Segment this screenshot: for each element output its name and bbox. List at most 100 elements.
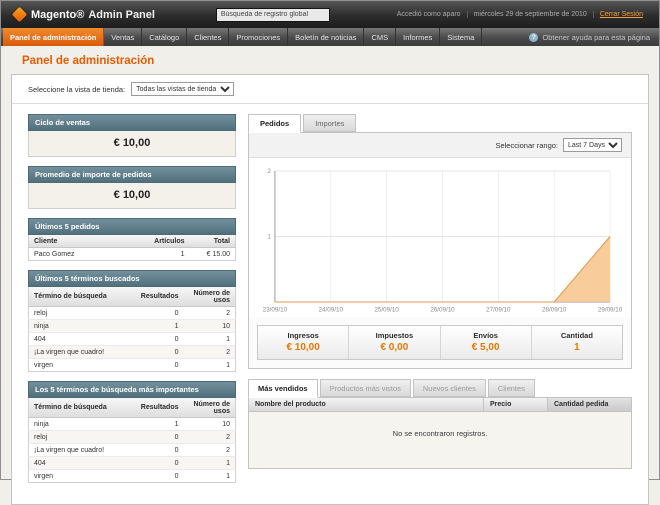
last-orders-box: Últimos 5 pedidos Cliente Artículos Tota… (28, 218, 236, 261)
uses: 2 (184, 307, 236, 320)
range-select[interactable]: Last 7 Days (563, 138, 622, 152)
search-term-row[interactable]: reloj 0 2 (29, 431, 236, 444)
term: ninja (29, 418, 136, 431)
tab-most-viewed[interactable]: Productos más vistos (320, 379, 411, 397)
top-search-terms-box: Los 5 términos de búsqueda más important… (28, 381, 236, 483)
order-items: 1 (149, 248, 189, 261)
svg-text:25/09/10: 25/09/10 (374, 306, 399, 313)
search-term-row[interactable]: ninja 1 10 (29, 418, 236, 431)
help-icon: ? (529, 33, 538, 42)
col-header-term: Término de búsqueda (29, 287, 136, 307)
tab-amounts[interactable]: Importes (303, 114, 356, 132)
page-help-link[interactable]: ? Obtener ayuda para esta página (520, 28, 659, 46)
svg-text:29/09/10: 29/09/10 (598, 306, 623, 313)
dashboard: Ciclo de ventas € 10,00 Promedio de impo… (12, 104, 648, 504)
col-header-total: Total (190, 235, 236, 248)
svg-text:28/09/10: 28/09/10 (542, 306, 567, 313)
results: 0 (136, 333, 184, 346)
tab-new-customers[interactable]: Nuevos clientes (413, 379, 486, 397)
last-orders-table: Cliente Artículos Total Paco Gomez 1 € 1… (28, 235, 236, 261)
dashboard-right-column: Pedidos Importes Seleccionar rango: Last… (248, 114, 632, 469)
nav-item-promotions[interactable]: Promociones (229, 28, 288, 46)
uses: 2 (184, 444, 236, 457)
search-term-row[interactable]: virgen 0 1 (29, 359, 236, 372)
last-search-terms-table: Término de búsqueda Resultados Número de… (28, 287, 236, 372)
search-term-row[interactable]: reloj 0 2 (29, 307, 236, 320)
term: virgen (29, 359, 136, 372)
nav-item-customers[interactable]: Clientes (187, 28, 229, 46)
nav-item-system[interactable]: Sistema (440, 28, 482, 46)
lifetime-sales-value: € 10,00 (28, 131, 236, 157)
col-header-price: Precio (483, 398, 547, 411)
search-term-row[interactable]: 404 0 1 (29, 457, 236, 470)
nav-item-sales[interactable]: Ventas (104, 28, 142, 46)
tab-customers[interactable]: Clientes (488, 379, 535, 397)
last-orders-title: Últimos 5 pedidos (28, 218, 236, 235)
global-search (165, 8, 381, 22)
brand-title: Magento®Admin Panel (31, 9, 155, 21)
uses: 2 (184, 431, 236, 444)
dashboard-left-column: Ciclo de ventas € 10,00 Promedio de impo… (28, 114, 236, 492)
bestsellers-grid-header: Nombre del producto Precio Cantidad pedi… (249, 398, 631, 412)
top-search-terms-table: Término de búsqueda Resultados Número de… (28, 398, 236, 483)
term: 404 (29, 457, 136, 470)
svg-text:27/09/10: 27/09/10 (486, 306, 511, 313)
svg-text:23/09/10: 23/09/10 (263, 306, 288, 313)
col-header-results: Resultados (136, 287, 184, 307)
last-search-terms-title: Últimos 5 términos buscados (28, 270, 236, 287)
lifetime-sales-box: Ciclo de ventas € 10,00 (28, 114, 236, 157)
range-label: Seleccionar rango: (495, 141, 558, 150)
results: 0 (136, 444, 184, 457)
nav-item-reports[interactable]: Informes (396, 28, 440, 46)
uses: 1 (184, 333, 236, 346)
results: 0 (136, 346, 184, 359)
results: 1 (136, 418, 184, 431)
results: 1 (136, 320, 184, 333)
orders-panel: Seleccionar rango: Last 7 Days 23/09/10 2… (248, 132, 632, 369)
content-panel: Seleccione la vista de tienda: Todas las… (11, 74, 649, 505)
results: 0 (136, 307, 184, 320)
svg-text:2: 2 (267, 168, 271, 175)
uses: 1 (184, 457, 236, 470)
header-meta: Accedió como aparo miércoles 29 de septi… (391, 11, 649, 18)
order-customer: Paco Gomez (29, 248, 150, 261)
orders-chart: 23/09/1024/09/1025/09/1026/09/1027/09/10… (257, 165, 623, 315)
logout-link[interactable]: Cerrar Sesión (593, 11, 649, 18)
nav-item-catalog[interactable]: Catálogo (142, 28, 187, 46)
search-term-row[interactable]: virgen 0 1 (29, 470, 236, 483)
svg-text:26/09/10: 26/09/10 (430, 306, 455, 313)
uses: 10 (184, 320, 236, 333)
col-header-term: Término de búsqueda (29, 398, 136, 418)
magento-admin-dashboard: { "icons": { "help": "?" }, "header": { … (0, 0, 660, 480)
bestsellers-grid: Nombre del producto Precio Cantidad pedi… (248, 397, 632, 469)
store-view-select[interactable]: Todas las vistas de tienda (131, 82, 234, 96)
tab-bestsellers[interactable]: Más vendidos (248, 379, 318, 398)
nav-item-dashboard[interactable]: Panel de administración (3, 28, 104, 46)
current-date: miércoles 29 de septiembre de 2010 (467, 11, 593, 18)
term: reloj (29, 431, 136, 444)
search-term-row[interactable]: 404 0 1 (29, 333, 236, 346)
col-header-items: Artículos (149, 235, 189, 248)
results: 0 (136, 457, 184, 470)
stat-shipping: Envíos € 5,00 (440, 326, 531, 359)
store-view-bar: Seleccione la vista de tienda: Todas las… (12, 75, 648, 104)
chart-tabs: Pedidos Importes (248, 114, 632, 132)
search-term-row[interactable]: ¡La virgen que cuadro! 0 2 (29, 444, 236, 457)
top-search-terms-title: Los 5 términos de búsqueda más important… (28, 381, 236, 398)
nav-item-cms[interactable]: CMS (364, 28, 396, 46)
stat-tax: Impuestos € 0,00 (348, 326, 439, 359)
empty-grid-message: No se encontraron registros. (249, 412, 631, 468)
search-term-row[interactable]: ¡La virgen que cuadro! 0 2 (29, 346, 236, 359)
svg-text:1: 1 (267, 234, 271, 241)
uses: 10 (184, 418, 236, 431)
term: ¡La virgen que cuadro! (29, 346, 136, 359)
search-term-row[interactable]: ninja 1 10 (29, 320, 236, 333)
tab-orders[interactable]: Pedidos (248, 114, 301, 133)
order-row[interactable]: Paco Gomez 1 € 15.00 (29, 248, 236, 261)
nav-item-newsletter[interactable]: Boletín de noticias (288, 28, 364, 46)
term: ¡La virgen que cuadro! (29, 444, 136, 457)
results: 0 (136, 359, 184, 372)
global-search-input[interactable] (216, 8, 330, 22)
main-nav: Panel de administración Ventas Catálogo … (1, 28, 659, 46)
top-header: Magento®Admin Panel Accedió como aparo m… (1, 1, 659, 28)
